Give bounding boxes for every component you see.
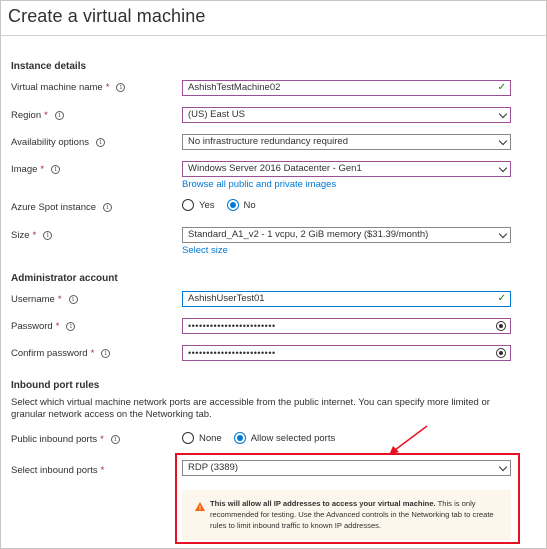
required-mark: *: [32, 230, 37, 241]
image-label-text: Image: [11, 164, 38, 175]
vm-name-value: AshishTestMachine02: [188, 82, 281, 93]
required-mark: *: [55, 321, 60, 332]
required-mark: *: [100, 434, 104, 445]
username-label: Username * i: [11, 294, 78, 305]
spot-no-radio[interactable]: [226, 199, 239, 211]
header-divider: [0, 35, 547, 36]
size-label-text: Size: [11, 230, 30, 241]
image-value: Windows Server 2016 Datacenter - Gen1: [188, 163, 362, 174]
username-value: AshishUserTest01: [188, 293, 265, 304]
required-mark: *: [105, 82, 110, 93]
region-label: Region * i: [11, 110, 64, 121]
spot-label-text: Azure Spot instance: [11, 202, 97, 213]
required-mark: *: [90, 348, 95, 359]
password-value: ••••••••••••••••••••••••: [188, 321, 276, 331]
info-icon[interactable]: i: [43, 231, 53, 240]
required-mark: *: [44, 110, 48, 121]
availability-label: Availability options i: [11, 137, 105, 148]
username-label-text: Username: [11, 294, 55, 305]
public-ports-label: Public inbound ports * i: [11, 434, 120, 445]
ports-allow-radio[interactable]: [233, 432, 246, 444]
info-icon[interactable]: i: [101, 349, 111, 358]
info-icon[interactable]: i: [51, 165, 61, 174]
page-title: Create a virtual machine: [8, 6, 206, 26]
required-mark: *: [100, 465, 105, 476]
spot-radio-group: Yes No: [182, 199, 268, 211]
chevron-down-icon: [498, 163, 508, 172]
inbound-rules-heading: Inbound port rules: [11, 380, 100, 391]
vm-name-label: Virtual machine name * i: [11, 82, 126, 93]
required-mark: *: [57, 294, 62, 305]
region-select[interactable]: (US) East US: [182, 107, 511, 123]
size-label: Size * i: [11, 230, 53, 241]
vm-name-input[interactable]: AshishTestMachine02 ✓: [182, 80, 511, 96]
image-select[interactable]: Windows Server 2016 Datacenter - Gen1: [182, 161, 511, 177]
reveal-password-icon[interactable]: [496, 321, 506, 331]
confirm-password-label-text: Confirm password: [11, 348, 88, 359]
reveal-password-icon[interactable]: [496, 348, 506, 358]
info-icon[interactable]: i: [68, 295, 78, 304]
spot-no-label: No: [243, 199, 256, 211]
select-size-link[interactable]: Select size: [182, 245, 228, 256]
info-icon[interactable]: i: [110, 435, 120, 444]
select-ports-label: Select inbound ports *: [11, 465, 104, 476]
ports-allow-label: Allow selected ports: [250, 432, 336, 444]
password-input[interactable]: ••••••••••••••••••••••••: [182, 318, 511, 334]
instance-details-heading: Instance details: [11, 61, 87, 72]
region-value: (US) East US: [188, 109, 246, 120]
inbound-description: Select which virtual machine network por…: [11, 397, 490, 420]
confirm-password-input[interactable]: ••••••••••••••••••••••••: [182, 345, 511, 361]
password-label: Password * i: [11, 321, 76, 332]
info-icon[interactable]: i: [66, 322, 76, 331]
password-label-text: Password: [11, 321, 53, 332]
spot-yes-radio[interactable]: [182, 199, 194, 211]
size-select[interactable]: Standard_A1_v2 - 1 vcpu, 2 GiB memory ($…: [182, 227, 511, 243]
vm-name-label-text: Virtual machine name: [11, 82, 103, 93]
availability-select[interactable]: No infrastructure redundancy required: [182, 134, 511, 150]
browse-images-link[interactable]: Browse all public and private images: [182, 179, 336, 190]
image-label: Image * i: [11, 164, 61, 175]
availability-value: No infrastructure redundancy required: [188, 136, 349, 147]
checkmark-icon: ✓: [497, 293, 506, 304]
public-ports-radio-group: None Allow selected ports: [182, 432, 347, 444]
info-icon[interactable]: i: [95, 138, 105, 147]
admin-account-heading: Administrator account: [11, 273, 118, 284]
ports-none-radio[interactable]: [182, 432, 194, 444]
required-mark: *: [40, 164, 45, 175]
info-icon[interactable]: i: [116, 83, 126, 92]
chevron-down-icon: [498, 229, 508, 238]
size-value: Standard_A1_v2 - 1 vcpu, 2 GiB memory ($…: [188, 229, 429, 240]
username-input[interactable]: AshishUserTest01 ✓: [182, 291, 511, 307]
confirm-password-label: Confirm password * i: [11, 348, 111, 359]
region-label-text: Region: [11, 110, 42, 121]
info-icon[interactable]: i: [54, 111, 64, 120]
annotation-arrow: [389, 425, 428, 455]
availability-label-text: Availability options: [11, 137, 89, 148]
checkmark-icon: ✓: [497, 82, 506, 93]
public-ports-label-text: Public inbound ports: [11, 434, 98, 445]
confirm-password-value: ••••••••••••••••••••••••: [188, 348, 276, 358]
chevron-down-icon: [498, 109, 508, 118]
annotation-highlight-box: [175, 453, 520, 544]
info-icon[interactable]: i: [103, 203, 113, 212]
ports-none-label: None: [199, 432, 222, 444]
chevron-down-icon: [498, 136, 508, 145]
spot-label: Azure Spot instance i: [11, 202, 113, 213]
select-ports-label-text: Select inbound ports: [11, 465, 98, 476]
spot-yes-label: Yes: [199, 199, 215, 211]
